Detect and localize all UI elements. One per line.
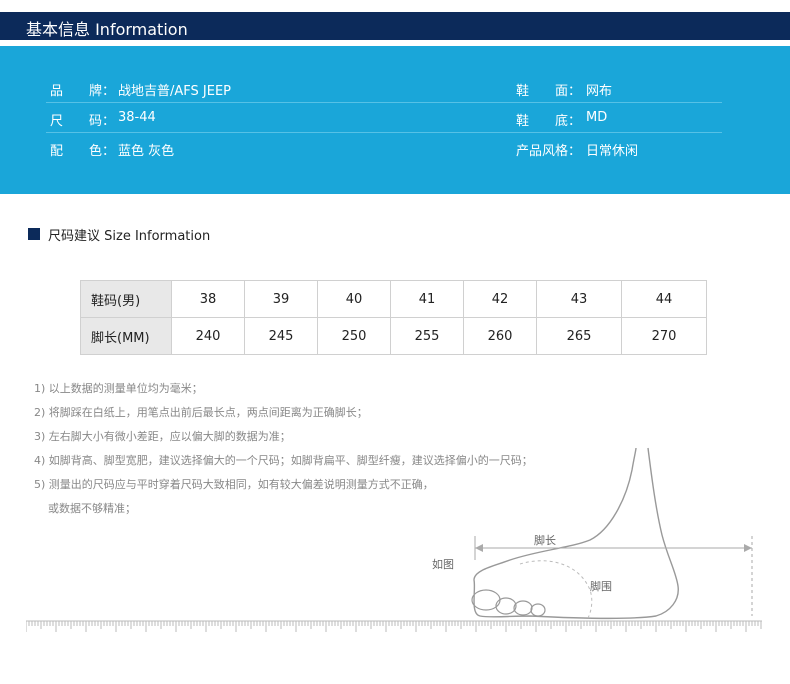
table-cell: 265	[536, 317, 622, 355]
table-row: 鞋码(男) 38 39 40 41 42 43 44	[80, 280, 707, 318]
length-label: 脚长	[534, 534, 556, 547]
style-value: 日常休闲	[586, 144, 639, 159]
note-line: 或数据不够精准；	[34, 502, 136, 515]
section-marker	[28, 228, 40, 240]
girth-label: 脚围	[590, 580, 612, 593]
note-line: 3) 左右脚大小有微小差距，应以偏大脚的数据为准；	[34, 430, 291, 443]
table-cell: 255	[390, 317, 464, 355]
size-section-title: 尺码建议 Size Information	[48, 229, 211, 244]
style-label: 产品风格：	[516, 144, 582, 159]
note-line: 5) 测量出的尺码应与平时穿着尺码大致相同，如有较大偏差说明测量方式不正确，	[34, 478, 434, 491]
table-row: 脚长(MM) 240 245 250 255 260 265 270	[80, 317, 707, 355]
size-table: 鞋码(男) 38 39 40 41 42 43 44 脚长(MM) 240 24…	[80, 280, 707, 355]
note-line: 1) 以上数据的测量单位均为毫米；	[34, 382, 203, 395]
color-label: 配 色：	[50, 144, 116, 159]
table-cell: 42	[463, 280, 537, 318]
table-cell: 44	[621, 280, 707, 318]
table-cell: 39	[244, 280, 318, 318]
table-cell: 43	[536, 280, 622, 318]
brand-label: 品 牌：	[50, 84, 116, 99]
table-cell: 40	[317, 280, 391, 318]
example-label: 如图	[432, 558, 454, 571]
size-value: 38-44	[118, 110, 156, 125]
info-row-brand: 品 牌： 战地吉普/AFS JEEP 鞋 面： 网布	[46, 76, 722, 103]
info-row-size: 尺 码： 38-44 鞋 底： MD	[46, 106, 722, 133]
color-value: 蓝色 灰色	[118, 144, 175, 159]
brand-value: 战地吉普/AFS JEEP	[118, 84, 232, 99]
basic-info-panel: 品 牌： 战地吉普/AFS JEEP 鞋 面： 网布 尺 码： 38-44 鞋 …	[0, 46, 790, 194]
table-cell: 270	[621, 317, 707, 355]
sole-label: 鞋 底：	[516, 114, 582, 129]
table-cell: 260	[463, 317, 537, 355]
info-row-color: 配 色： 蓝色 灰色 产品风格： 日常休闲	[46, 136, 722, 162]
row-header-shoe-size: 鞋码(男)	[80, 280, 172, 318]
ruler	[26, 620, 762, 632]
table-cell: 250	[317, 317, 391, 355]
table-cell: 240	[171, 317, 245, 355]
size-label: 尺 码：	[50, 114, 116, 129]
note-line: 2) 将脚踩在白纸上，用笔点出前后最长点，两点间距离为正确脚长；	[34, 406, 368, 419]
upper-label: 鞋 面：	[516, 84, 582, 99]
table-cell: 245	[244, 317, 318, 355]
row-header-foot-length: 脚长(MM)	[80, 317, 172, 355]
header-title: 基本信息 Information	[26, 20, 188, 39]
table-cell: 38	[171, 280, 245, 318]
sole-value: MD	[586, 110, 608, 125]
table-cell: 41	[390, 280, 464, 318]
upper-value: 网布	[586, 84, 613, 99]
